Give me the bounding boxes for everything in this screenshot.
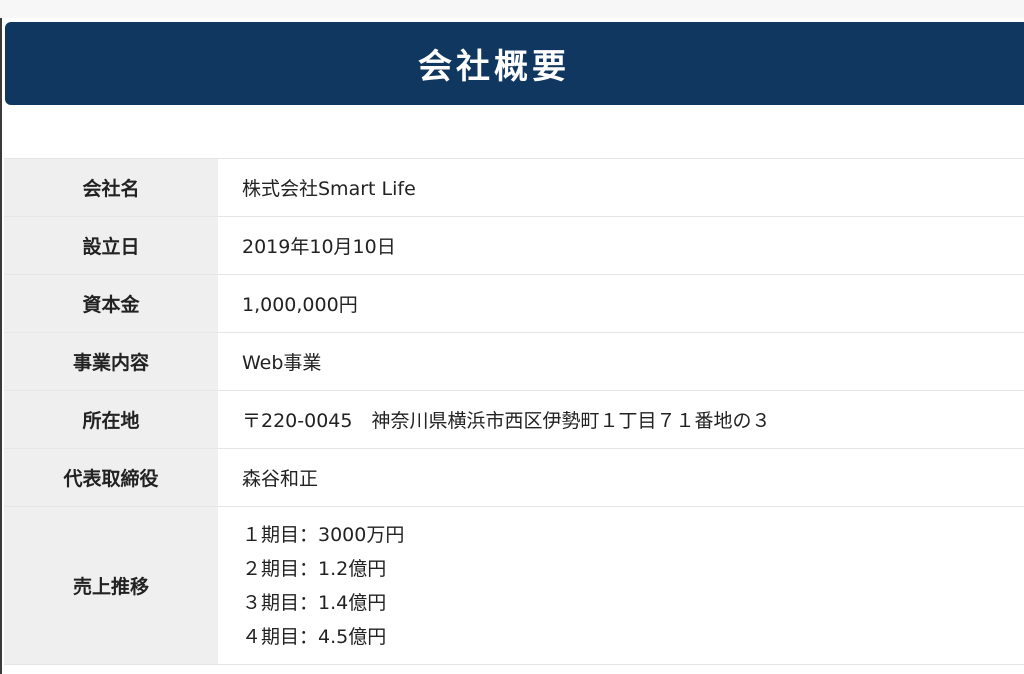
sales-item: ４期目：4.5億円 xyxy=(242,625,387,648)
table-row-representative: 代表取締役 森谷和正 xyxy=(4,448,1024,507)
row-label: 資本金 xyxy=(4,274,218,333)
sales-item: １期目：3000万円 xyxy=(242,523,405,546)
section-header: 会社概要 xyxy=(5,22,1024,105)
row-value: Web事業 xyxy=(218,332,1024,391)
row-value: １期目：3000万円 ２期目：1.2億円 ３期目：1.4億円 ４期目：4.5億円 xyxy=(218,506,1024,665)
row-label: 事業内容 xyxy=(4,332,218,391)
window-edge xyxy=(0,0,2,674)
top-strip xyxy=(0,0,1024,18)
table-row-company-name: 会社名 株式会社Smart Life xyxy=(4,158,1024,217)
row-label: 代表取締役 xyxy=(4,448,218,507)
row-value: 株式会社Smart Life xyxy=(218,158,1024,217)
sales-item: ２期目：1.2億円 xyxy=(242,557,387,580)
sales-item: ３期目：1.4億円 xyxy=(242,591,387,614)
sales-list: １期目：3000万円 ２期目：1.2億円 ３期目：1.4億円 ４期目：4.5億円 xyxy=(242,521,1024,651)
company-info-table: 会社名 株式会社Smart Life 設立日 2019年10月10日 資本金 1… xyxy=(4,158,1024,665)
row-label: 設立日 xyxy=(4,216,218,275)
table-row-founded: 設立日 2019年10月10日 xyxy=(4,216,1024,275)
page-title: 会社概要 xyxy=(418,47,570,87)
row-value: 1,000,000円 xyxy=(218,274,1024,333)
table-row-address: 所在地 〒220-0045 神奈川県横浜市西区伊勢町１丁目７１番地の３ xyxy=(4,390,1024,449)
row-label: 会社名 xyxy=(4,158,218,217)
row-value: 森谷和正 xyxy=(218,448,1024,507)
table-row-sales: 売上推移 １期目：3000万円 ２期目：1.2億円 ３期目：1.4億円 ４期目：… xyxy=(4,506,1024,665)
row-value: 2019年10月10日 xyxy=(218,216,1024,275)
row-label: 所在地 xyxy=(4,390,218,449)
table-row-capital: 資本金 1,000,000円 xyxy=(4,274,1024,333)
table-row-business: 事業内容 Web事業 xyxy=(4,332,1024,391)
row-label: 売上推移 xyxy=(4,506,218,665)
row-value: 〒220-0045 神奈川県横浜市西区伊勢町１丁目７１番地の３ xyxy=(218,390,1024,449)
